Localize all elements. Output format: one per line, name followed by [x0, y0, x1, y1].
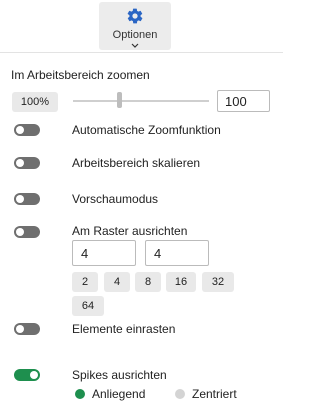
radio-adjacent[interactable] — [75, 389, 85, 399]
radio-centered[interactable] — [175, 389, 185, 399]
grid-x-input[interactable]: 4 — [72, 240, 136, 266]
grid-preset-32[interactable]: 32 — [202, 272, 234, 292]
toggle-knob — [16, 195, 24, 203]
zoom-slider-thumb[interactable] — [117, 92, 123, 108]
toggle-preview-mode[interactable] — [14, 193, 40, 205]
zoom-percent-chip[interactable]: 100% — [12, 92, 58, 112]
radio-label-centered: Zentriert — [192, 387, 237, 401]
toggle-knob — [16, 325, 24, 333]
toggle-scale-workspace[interactable] — [14, 157, 40, 169]
toggle-label-preview-mode: Vorschaumodus — [72, 192, 159, 206]
toggle-label-auto-zoom: Automatische Zoomfunktion — [72, 123, 221, 137]
toggle-knob — [16, 159, 24, 167]
toggle-label-snap-grid: Am Raster ausrichten — [72, 224, 188, 238]
toggle-label-scale-workspace: Arbeitsbereich skalieren — [72, 156, 201, 170]
toggle-auto-zoom[interactable] — [14, 124, 40, 136]
grid-y-input[interactable]: 4 — [145, 240, 209, 266]
grid-preset-2[interactable]: 2 — [72, 272, 98, 292]
radio-label-adjacent: Anliegend — [92, 387, 146, 401]
toggle-snap-grid[interactable] — [14, 226, 40, 238]
zoom-slider-track[interactable] — [73, 100, 209, 102]
grid-preset-64[interactable]: 64 — [72, 296, 104, 316]
toggle-snap-elements[interactable] — [14, 323, 40, 335]
toggle-align-spikes[interactable] — [14, 369, 40, 381]
zoom-input[interactable]: 100 — [217, 90, 270, 112]
options-label: Optionen — [112, 29, 158, 41]
toggle-knob — [16, 126, 24, 134]
grid-preset-8[interactable]: 8 — [135, 272, 161, 292]
toggle-label-snap-elements: Elemente einrasten — [72, 322, 176, 336]
gear-icon — [127, 8, 143, 24]
grid-preset-4[interactable]: 4 — [104, 272, 130, 292]
chevron-down-icon — [131, 43, 139, 48]
toggle-knob — [16, 228, 24, 236]
grid-preset-16[interactable]: 16 — [166, 272, 196, 292]
options-button[interactable]: Optionen — [99, 2, 171, 50]
toggle-knob — [30, 371, 38, 379]
toolbar: Optionen — [0, 0, 283, 52]
toggle-label-align-spikes: Spikes ausrichten — [72, 368, 167, 382]
zoom-title: Im Arbeitsbereich zoomen — [11, 68, 150, 82]
